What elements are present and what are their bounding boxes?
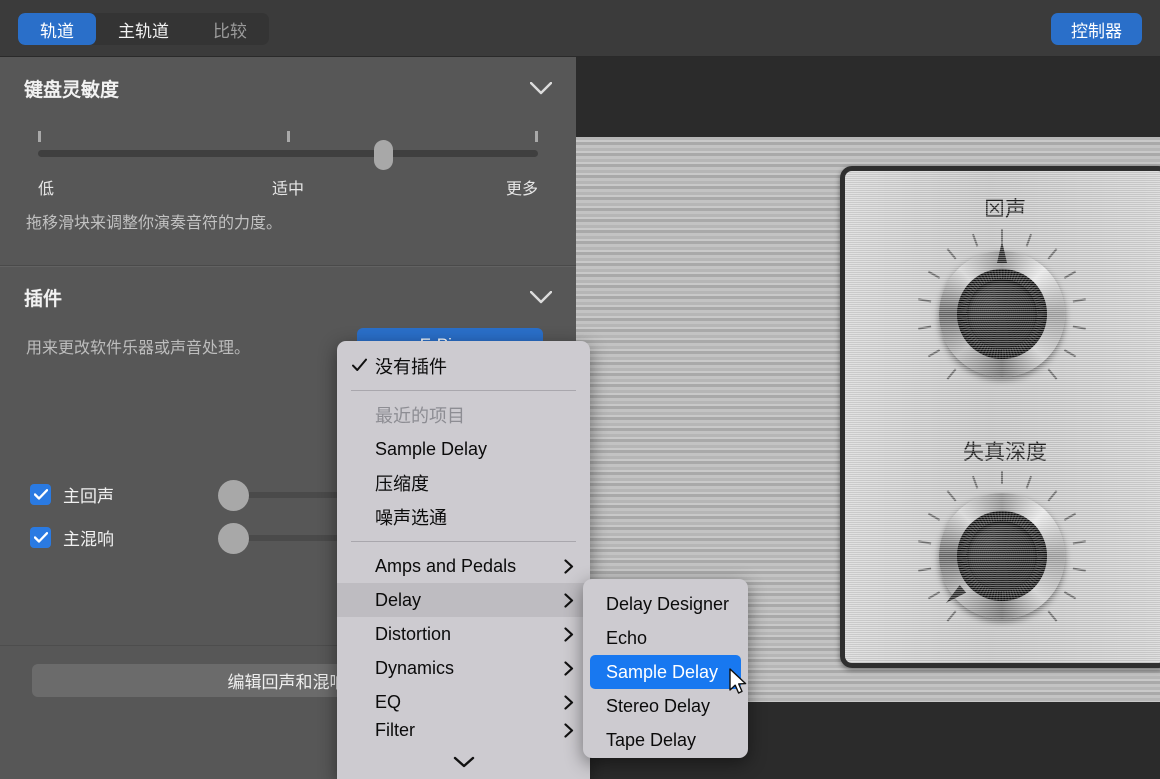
menu-item-sample-delay[interactable]: Sample Delay [337,432,590,466]
sensitivity-hint: 拖移滑块来调整你演奏音符的力度。 [26,209,550,233]
menu-separator [351,390,576,391]
chevron-right-icon [564,559,574,574]
chevron-right-icon [564,695,574,710]
checkbox-master-reverb[interactable] [30,527,51,548]
section-keyboard-sensitivity-header[interactable]: 键盘灵敏度 [0,57,576,119]
menu-item-eq[interactable]: EQ [337,685,590,719]
menu-item-noise-gate[interactable]: 噪声选通 [337,500,590,534]
send-label-reverb: 主混响 [63,525,114,550]
knob-knurl [957,511,1047,601]
submenu-item-label: Stereo Delay [606,696,710,717]
menu-item-label: 噪声选通 [375,504,447,530]
slider-label-high: 更多 [506,175,538,199]
checkmark-icon [352,358,367,373]
submenu-item-label: Echo [606,628,647,649]
chevron-right-icon [564,723,574,738]
tab-track[interactable]: 轨道 [18,13,96,45]
view-tab-group: 轨道 主轨道 比较 [18,13,269,45]
submenu-item-label: Delay Designer [606,594,729,615]
section-plugins-header[interactable]: 插件 [0,266,576,328]
slider-tick-high [535,131,538,142]
menu-item-label: Sample Delay [375,439,487,460]
submenu-item-label: Tape Delay [606,730,696,751]
menu-item-label: 没有插件 [375,353,447,379]
checkmark-icon [34,489,48,500]
menu-item-label: Dynamics [375,658,454,679]
send-label-echo: 主回声 [63,482,114,507]
plugin-popup-menu: 没有插件 最近的项目 Sample Delay 压缩度 噪声选通 Amps an… [337,341,590,779]
menu-item-compressor[interactable]: 压缩度 [337,466,590,500]
submenu-item-label: Sample Delay [606,662,718,683]
submenu-item-sample-delay[interactable]: Sample Delay [590,655,741,689]
tab-compare[interactable]: 比较 [191,13,269,45]
knob-label-1: 失真深度 [845,436,1160,466]
section-title: 插件 [24,284,62,311]
delay-submenu: Delay Designer Echo Sample Delay Stereo … [583,579,748,758]
menu-item-label: Filter [375,720,415,741]
slider-label-mid: 适中 [272,175,304,199]
menu-item-label: EQ [375,692,401,713]
sensitivity-slider[interactable] [38,125,538,171]
knob-cap [967,521,1037,591]
menu-item-label: Amps and Pedals [375,556,516,577]
knob-chorus[interactable] [917,229,1087,399]
chevron-right-icon [564,661,574,676]
controller-button[interactable]: 控制器 [1051,13,1142,45]
checkbox-master-echo[interactable] [30,484,51,505]
submenu-item-delay-designer[interactable]: Delay Designer [590,587,741,621]
menu-item-amps-and-pedals[interactable]: Amps and Pedals [337,549,590,583]
submenu-item-tape-delay[interactable]: Tape Delay [590,723,741,757]
menu-item-dynamics[interactable]: Dynamics [337,651,590,685]
menu-item-label: Delay [375,590,421,611]
section-title: 键盘灵敏度 [24,75,119,102]
menu-scroll-down[interactable] [337,745,590,779]
plugins-description: 用来更改软件乐器或声音处理。 [26,334,250,358]
menu-item-no-plugin[interactable]: 没有插件 [337,349,590,383]
knob-ring [939,251,1065,377]
menu-separator [351,541,576,542]
knob-pointer [997,241,1007,263]
knob-label-0: ⊠声 [845,193,1160,223]
chevron-right-icon [564,627,574,642]
send-slider-thumb-reverb[interactable] [218,523,249,554]
menu-item-label: 最近的项目 [375,402,465,428]
slider-track[interactable] [38,150,538,157]
knob-cap [967,279,1037,349]
menu-item-label: Distortion [375,624,451,645]
slider-label-low: 低 [38,175,54,199]
menu-header-recent: 最近的项目 [337,398,590,432]
chevron-down-icon[interactable] [530,291,552,304]
mouse-cursor [728,668,748,696]
top-toolbar: 轨道 主轨道 比较 控制器 [0,0,1160,57]
slider-tick-low [38,131,41,142]
menu-item-delay[interactable]: Delay [337,583,590,617]
slider-scale-labels: 低 适中 更多 [38,175,538,201]
app-root: 轨道 主轨道 比较 控制器 ⊠声 [0,0,1160,779]
chevron-right-icon [564,593,574,608]
chevron-down-icon [453,756,475,768]
menu-item-label: 压缩度 [375,470,429,496]
plugin-front-panel: ⊠声 [840,166,1160,668]
knob-distortion-depth[interactable] [917,471,1087,641]
chevron-down-icon[interactable] [530,82,552,95]
slider-tick-mid [287,131,290,142]
slider-thumb[interactable] [374,140,393,170]
send-slider-thumb-echo[interactable] [218,480,249,511]
checkmark-icon [34,532,48,543]
submenu-item-echo[interactable]: Echo [590,621,741,655]
submenu-item-stereo-delay[interactable]: Stereo Delay [590,689,741,723]
knob-ring [939,493,1065,619]
menu-item-filter[interactable]: Filter [337,719,590,741]
menu-item-distortion[interactable]: Distortion [337,617,590,651]
knob-knurl [957,269,1047,359]
tab-master-track[interactable]: 主轨道 [96,13,191,45]
